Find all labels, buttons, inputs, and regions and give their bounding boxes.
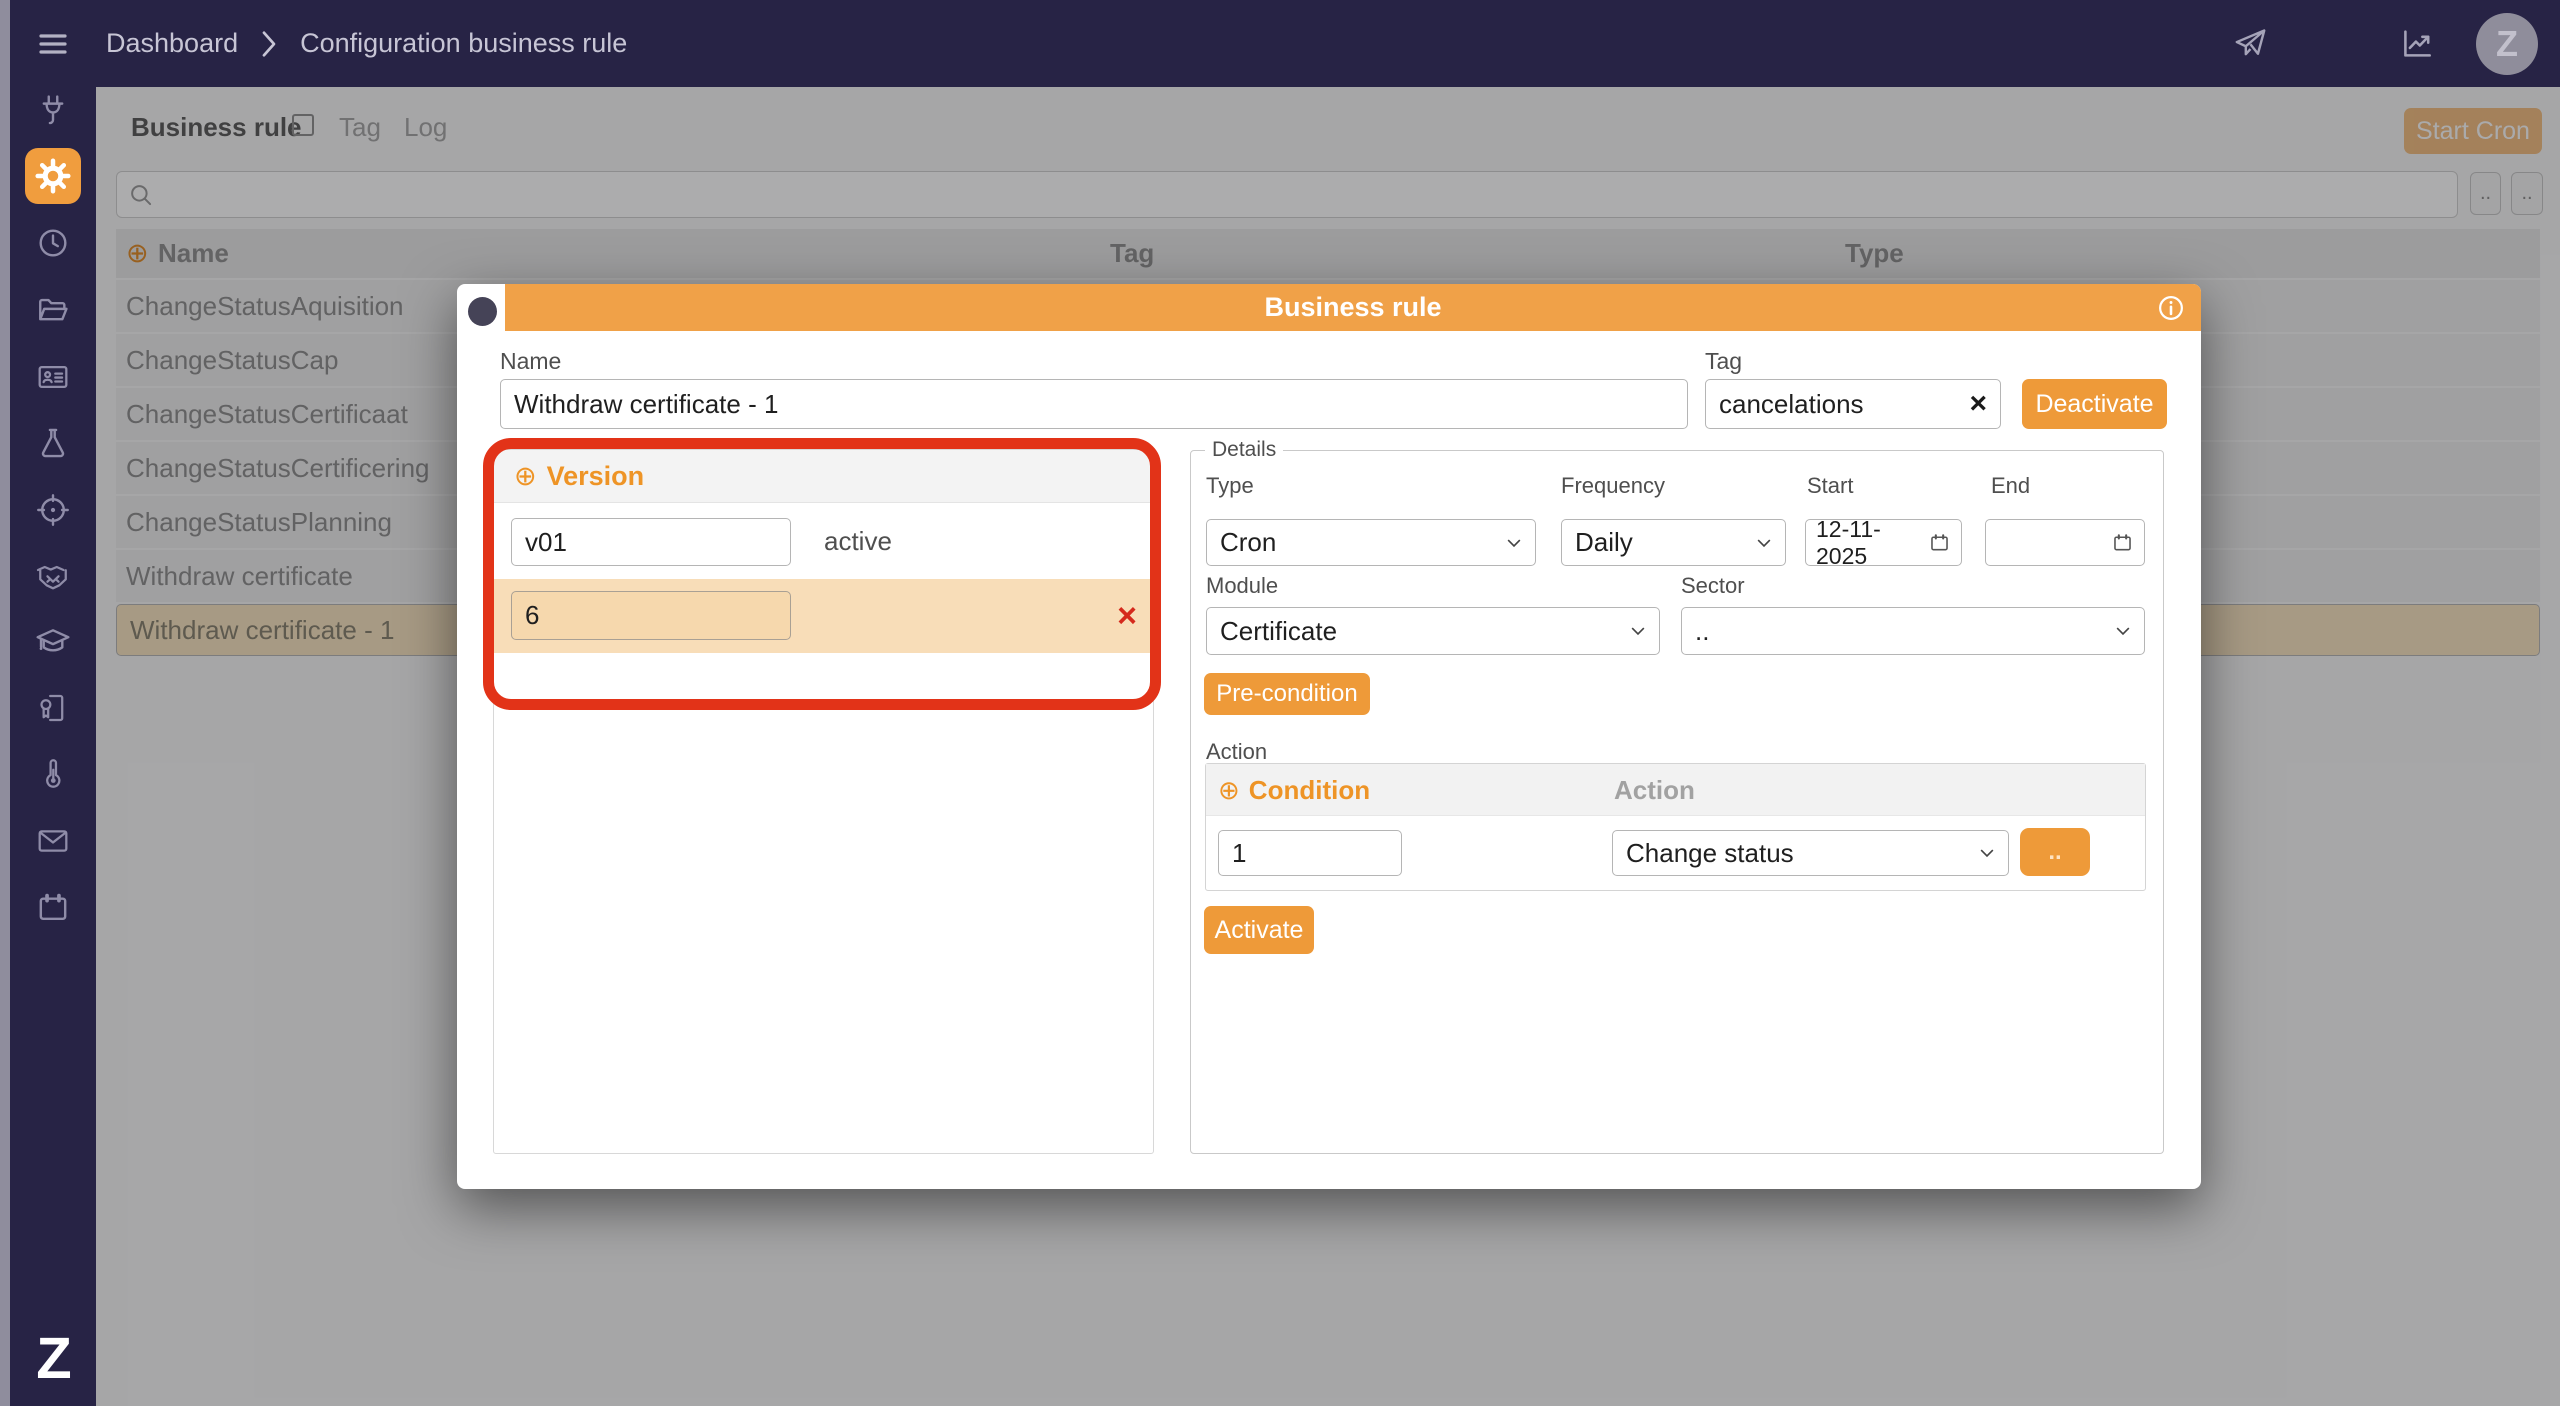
gear-icon <box>35 158 71 194</box>
delete-version-x-icon[interactable]: × <box>1117 579 1137 653</box>
sector-label: Sector <box>1681 573 1745 598</box>
graduation-cap-icon <box>35 624 71 660</box>
name-label: Name <box>500 348 562 374</box>
app-logo: Z <box>36 1326 71 1391</box>
type-select-value: Cron <box>1220 527 1277 557</box>
details-legend: Details <box>1205 438 1284 462</box>
condition-header-label: Condition <box>1248 774 1371 805</box>
action-select[interactable]: Change status <box>1612 830 2009 876</box>
breadcrumb-chevron-icon <box>258 29 280 59</box>
calendar-icon <box>2114 533 2131 550</box>
sidebar-item-certificates[interactable] <box>31 686 75 730</box>
sidebar: Z <box>10 87 96 1406</box>
sidebar-item-education[interactable] <box>31 620 75 664</box>
window-edge-strip <box>0 0 10 1406</box>
version-panel-title: Version <box>546 460 645 491</box>
start-date-value: 12-11-2025 <box>1816 515 1881 569</box>
business-rule-modal: Business rule Name Tag × Deactivate ⊕ Ve… <box>457 284 2201 1189</box>
frequency-select-value: Daily <box>1575 527 1633 557</box>
start-label: Start <box>1807 473 1854 498</box>
version-row-highlighted: × <box>494 579 1153 653</box>
handshake-icon <box>35 558 71 594</box>
breadcrumb-dashboard[interactable]: Dashboard <box>106 28 238 59</box>
type-label: Type <box>1206 473 1254 498</box>
modal-close-dot[interactable] <box>468 297 497 326</box>
analytics-chart-icon[interactable] <box>2400 26 2436 62</box>
target-icon <box>36 493 70 527</box>
condition-header: ⊕ Condition <box>1218 764 1370 816</box>
tag-label: Tag <box>1705 348 1743 374</box>
sidebar-item-targets[interactable] <box>31 488 75 532</box>
module-select-value: Certificate <box>1220 615 1338 646</box>
module-label: Module <box>1206 573 1279 598</box>
info-icon[interactable] <box>2157 294 2185 322</box>
id-card-icon <box>36 360 70 394</box>
hamburger-menu-icon[interactable] <box>34 28 72 60</box>
add-condition-plus-icon[interactable]: ⊕ <box>1218 775 1240 806</box>
action-label: Action <box>1206 739 1268 764</box>
calendar-icon <box>36 891 70 925</box>
version-input[interactable] <box>511 591 791 640</box>
plug-icon <box>36 93 70 127</box>
frequency-select[interactable]: Daily <box>1561 519 1786 566</box>
module-select[interactable]: Certificate <box>1206 607 1660 655</box>
chevron-down-icon <box>1757 538 1771 547</box>
deactivate-button[interactable]: Deactivate <box>2022 379 2167 429</box>
calendar-icon <box>1931 533 1948 550</box>
version-input[interactable] <box>511 518 791 566</box>
sidebar-item-partners[interactable] <box>31 554 75 598</box>
activate-button[interactable]: Activate <box>1204 906 1314 954</box>
sidebar-item-calendar[interactable] <box>31 886 75 930</box>
sidebar-item-mail[interactable] <box>31 819 75 863</box>
end-date-input[interactable] <box>1985 519 2145 566</box>
action-box: ⊕ Condition Action Change status .. <box>1205 763 2146 891</box>
chevron-down-icon <box>2116 627 2130 636</box>
sidebar-item-history[interactable] <box>31 221 75 265</box>
modal-header: Business rule <box>505 284 2201 331</box>
send-icon[interactable] <box>2232 26 2268 62</box>
certificate-icon <box>36 691 70 725</box>
sidebar-item-files[interactable] <box>31 288 75 332</box>
condition-input[interactable] <box>1218 830 1402 876</box>
action-header-label: Action <box>1614 775 1695 805</box>
version-status: active <box>824 525 892 556</box>
type-select[interactable]: Cron <box>1206 519 1536 566</box>
chevron-down-icon <box>1507 538 1521 547</box>
sector-select-value: .. <box>1695 615 1710 646</box>
chevron-down-icon <box>1631 627 1645 636</box>
avatar[interactable]: Z <box>2476 12 2538 75</box>
add-version-plus-icon[interactable]: ⊕ <box>514 461 537 492</box>
start-date-input[interactable]: 12-11-2025 <box>1805 516 1962 569</box>
action-select-value: Change status <box>1626 837 1794 868</box>
top-bar: Dashboard Configuration business rule Z <box>10 0 2560 87</box>
version-panel: ⊕ Version active × <box>493 449 1154 1154</box>
sidebar-item-settings[interactable] <box>25 148 81 204</box>
sidebar-item-temperature[interactable] <box>31 752 75 796</box>
frequency-label: Frequency <box>1561 473 1665 498</box>
details-fieldset: Details Type Cron Frequency Daily Start … <box>1190 438 2164 1154</box>
tag-field: × <box>1705 379 2001 429</box>
thermometer-icon <box>36 757 70 791</box>
folder-open-icon <box>36 293 70 327</box>
modal-title: Business rule <box>1264 292 1442 322</box>
avatar-letter: Z <box>2496 22 2518 64</box>
sidebar-item-lab[interactable] <box>31 421 75 465</box>
end-label: End <box>1991 473 2031 498</box>
precondition-button[interactable]: Pre-condition <box>1204 673 1370 715</box>
clock-icon <box>36 226 70 260</box>
flask-icon <box>36 426 70 460</box>
chevron-down-icon <box>1980 849 1994 858</box>
version-panel-header: ⊕ Version <box>494 450 1153 503</box>
sidebar-item-plug[interactable] <box>31 88 75 132</box>
tag-clear-x-icon[interactable]: × <box>1969 379 1987 429</box>
sector-select[interactable]: .. <box>1681 607 2145 655</box>
name-input[interactable] <box>500 379 1688 429</box>
action-more-button[interactable]: .. <box>2020 828 2090 876</box>
breadcrumb-current-page: Configuration business rule <box>300 28 628 58</box>
sidebar-item-contacts[interactable] <box>31 355 75 399</box>
version-row: active <box>494 503 1153 579</box>
tag-input[interactable] <box>1705 379 2001 429</box>
mail-icon <box>36 824 70 858</box>
action-box-header: ⊕ Condition Action <box>1206 764 2145 816</box>
